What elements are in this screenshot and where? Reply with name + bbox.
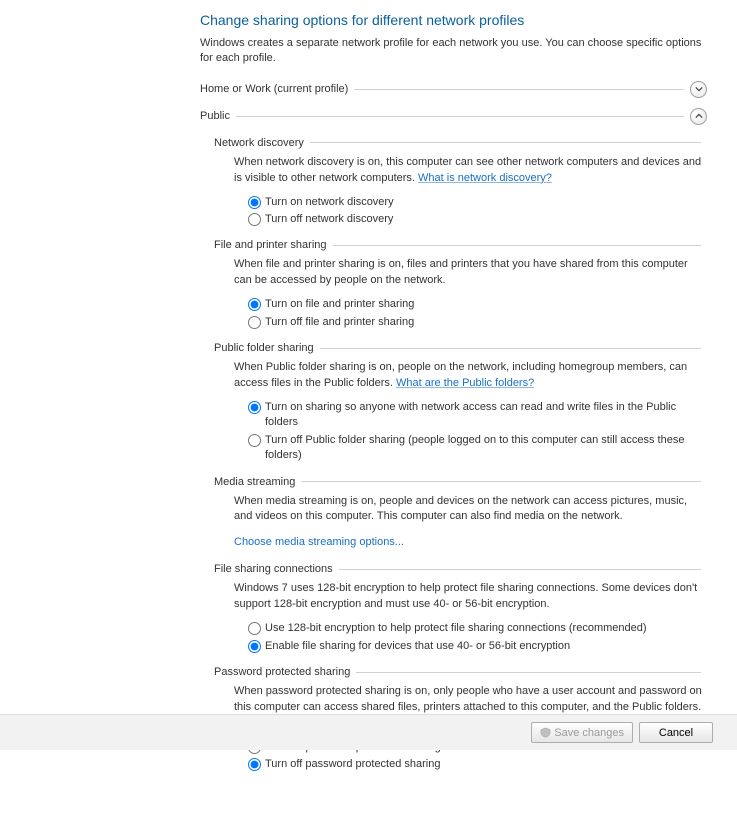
link-network-discovery[interactable]: What is network discovery?: [418, 172, 552, 184]
divider: [333, 245, 701, 246]
radio-input[interactable]: [248, 622, 261, 635]
section-desc: Windows 7 uses 128-bit encryption to hel…: [234, 581, 707, 613]
radio-input[interactable]: [248, 316, 261, 329]
radio-public-folder-on[interactable]: Turn on sharing so anyone with network a…: [248, 400, 707, 431]
cancel-button[interactable]: Cancel: [639, 722, 713, 743]
chevron-up-icon[interactable]: [690, 108, 707, 125]
profile-home-work[interactable]: Home or Work (current profile): [200, 81, 707, 98]
radio-input[interactable]: [248, 401, 261, 414]
section-media-streaming: Media streaming When media streaming is …: [214, 476, 707, 552]
section-title: File sharing connections: [214, 563, 333, 575]
radio-input[interactable]: [248, 298, 261, 311]
link-media-streaming-options[interactable]: Choose media streaming options...: [234, 535, 707, 551]
radio-input[interactable]: [248, 758, 261, 771]
radio-label: Turn off network discovery: [265, 212, 393, 227]
section-title: File and printer sharing: [214, 239, 327, 251]
radio-label: Turn off file and printer sharing: [265, 315, 414, 330]
button-label: Save changes: [554, 727, 624, 739]
section-desc: When Public folder sharing is on, people…: [234, 360, 707, 392]
radio-network-discovery-on[interactable]: Turn on network discovery: [248, 195, 707, 210]
radio-input[interactable]: [248, 640, 261, 653]
shield-icon: [540, 727, 551, 738]
divider: [301, 481, 701, 482]
radio-input[interactable]: [248, 213, 261, 226]
section-desc: When media streaming is on, people and d…: [234, 494, 707, 526]
radio-password-off[interactable]: Turn off password protected sharing: [248, 757, 707, 772]
radio-input[interactable]: [248, 434, 261, 447]
section-title: Password protected sharing: [214, 666, 350, 678]
profile-public[interactable]: Public: [200, 108, 707, 125]
radio-label: Enable file sharing for devices that use…: [265, 639, 570, 654]
divider: [236, 116, 684, 117]
page-title: Change sharing options for different net…: [200, 12, 707, 28]
divider: [356, 672, 701, 673]
page-description: Windows creates a separate network profi…: [200, 36, 707, 67]
section-desc: When file and printer sharing is on, fil…: [234, 257, 707, 289]
radio-encryption-128[interactable]: Use 128-bit encryption to help protect f…: [248, 621, 707, 636]
divider: [339, 569, 701, 570]
divider: [310, 142, 701, 143]
radio-label: Turn on network discovery: [265, 195, 394, 210]
radio-file-printer-on[interactable]: Turn on file and printer sharing: [248, 297, 707, 312]
radio-file-printer-off[interactable]: Turn off file and printer sharing: [248, 315, 707, 330]
section-file-sharing-connections: File sharing connections Windows 7 uses …: [214, 563, 707, 654]
radio-label: Turn on sharing so anyone with network a…: [265, 400, 707, 431]
profile-home-label: Home or Work (current profile): [200, 83, 348, 95]
radio-public-folder-off[interactable]: Turn off Public folder sharing (people l…: [248, 433, 707, 464]
section-desc: When network discovery is on, this compu…: [234, 155, 707, 187]
radio-label: Turn off Public folder sharing (people l…: [265, 433, 707, 464]
section-network-discovery: Network discovery When network discovery…: [214, 137, 707, 228]
radio-network-discovery-off[interactable]: Turn off network discovery: [248, 212, 707, 227]
link-public-folders[interactable]: What are the Public folders?: [396, 377, 534, 389]
save-changes-button[interactable]: Save changes: [531, 722, 633, 743]
profile-public-label: Public: [200, 110, 230, 122]
section-title: Network discovery: [214, 137, 304, 149]
radio-label: Turn on file and printer sharing: [265, 297, 414, 312]
divider: [320, 348, 701, 349]
section-public-folder-sharing: Public folder sharing When Public folder…: [214, 342, 707, 463]
button-label: Cancel: [659, 727, 693, 739]
radio-label: Turn off password protected sharing: [265, 757, 440, 772]
radio-encryption-40-56[interactable]: Enable file sharing for devices that use…: [248, 639, 707, 654]
section-title: Public folder sharing: [214, 342, 314, 354]
chevron-down-icon[interactable]: [690, 81, 707, 98]
section-file-printer-sharing: File and printer sharing When file and p…: [214, 239, 707, 330]
divider: [354, 89, 684, 90]
footer-bar: Save changes Cancel: [0, 714, 737, 750]
radio-label: Use 128-bit encryption to help protect f…: [265, 621, 647, 636]
radio-input[interactable]: [248, 196, 261, 209]
section-title: Media streaming: [214, 476, 295, 488]
